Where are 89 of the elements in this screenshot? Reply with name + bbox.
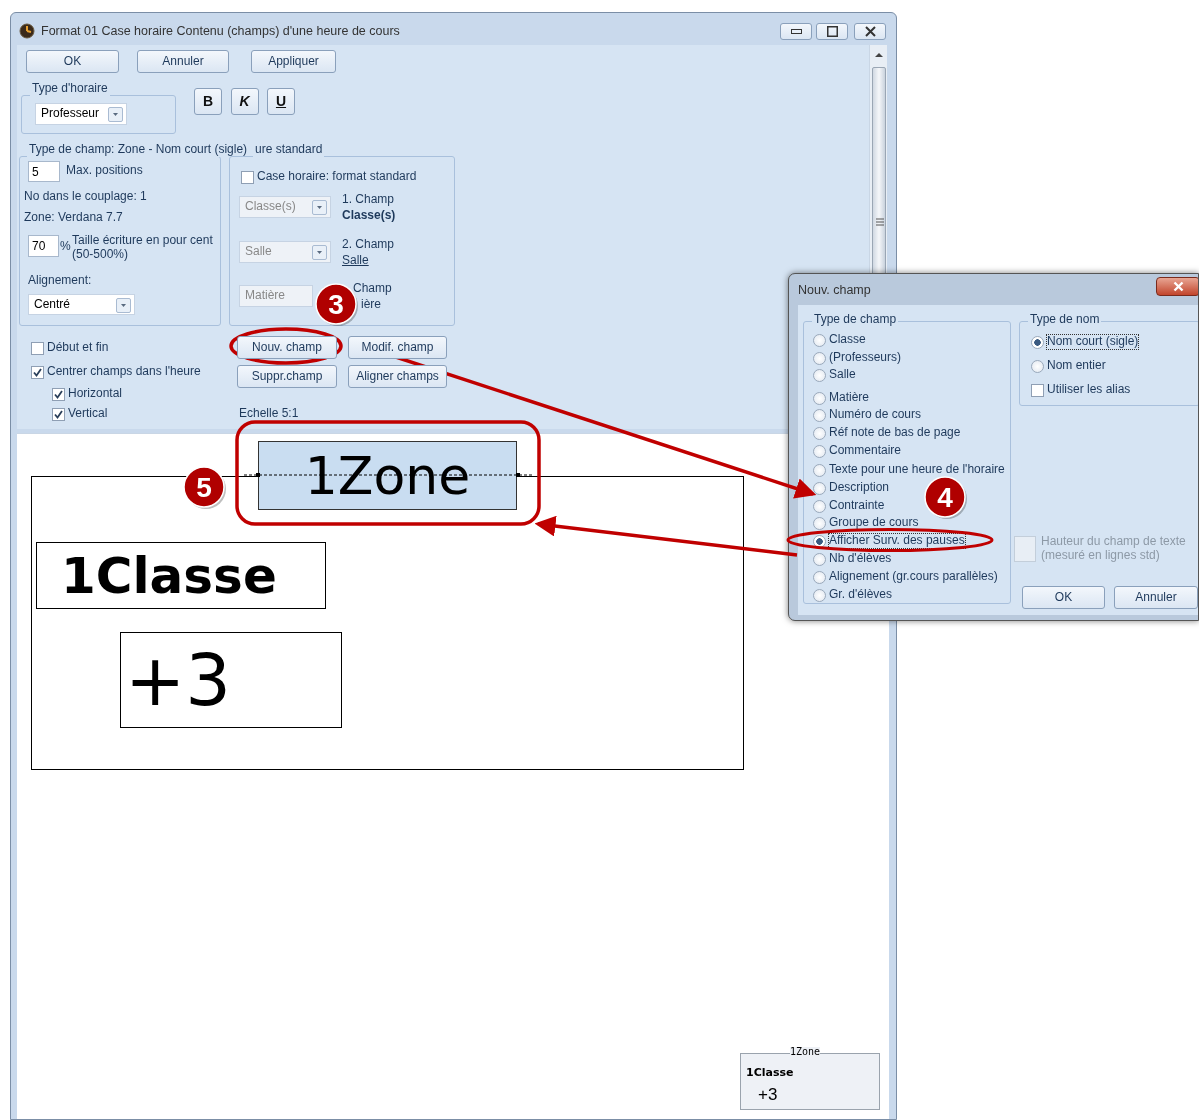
- canvas-field[interactable]: 1Classe: [36, 542, 326, 609]
- input-field[interactable]: 5: [28, 161, 60, 182]
- dialog-title: Nouv. champ: [798, 283, 871, 298]
- radio-label: Classe: [829, 333, 866, 347]
- close-icon: [1172, 281, 1184, 292]
- close-icon: [864, 26, 876, 37]
- info-text: Zone: Verdana 7.7: [24, 211, 123, 225]
- field-button[interactable]: Aligner champs: [348, 365, 447, 388]
- dropdown[interactable]: Centré: [28, 294, 135, 315]
- group-legend: Type d'horaire: [30, 82, 110, 96]
- group-legend: Type de champ: Zone - Nom court (sigle): [27, 143, 250, 157]
- window-control-button[interactable]: [816, 23, 848, 40]
- window-title: Format 01 Case horaire Contenu (champs) d'une heure de cours: [41, 24, 400, 39]
- field-button[interactable]: Modif. champ: [348, 336, 447, 359]
- format-button[interactable]: K: [230, 88, 259, 115]
- field-label: Alignement:: [28, 274, 92, 288]
- radio-label: Texte pour une heure de l'horaire: [829, 463, 1005, 477]
- dialog-button[interactable]: Appliquer: [251, 50, 336, 73]
- checkbox[interactable]: [31, 342, 44, 355]
- checkbox[interactable]: [52, 408, 65, 421]
- close-button[interactable]: [1156, 277, 1198, 296]
- field-name: Salle: [342, 254, 369, 268]
- checkbox[interactable]: [1031, 384, 1044, 397]
- checkbox-label: Case horaire: format standard: [257, 170, 417, 184]
- radio-label: Afficher Surv. des pauses: [829, 534, 965, 548]
- field-number: 2. Champ: [342, 238, 395, 252]
- preview-text: +3: [758, 1085, 778, 1105]
- canvas-field[interactable]: +3: [120, 632, 342, 728]
- field-name: Classe(s): [342, 209, 396, 223]
- callout-badge: 4: [924, 476, 967, 519]
- dialog-button[interactable]: Annuler: [1114, 586, 1198, 609]
- clock-icon: [19, 23, 35, 39]
- field-button[interactable]: Nouv. champ: [237, 336, 337, 359]
- radio-label: Contrainte: [829, 499, 885, 513]
- window-control-button[interactable]: [854, 23, 886, 40]
- input-field[interactable]: 70: [28, 235, 59, 257]
- radio-label: Alignement (gr.cours parallèles): [829, 570, 998, 584]
- checkbox[interactable]: [52, 388, 65, 401]
- checkbox[interactable]: [241, 171, 254, 184]
- radio-label: Nom court (sigle): [1047, 335, 1139, 349]
- checkmark-icon: [32, 367, 43, 378]
- checkbox-label: Centrer champs dans l'heure: [47, 365, 201, 379]
- checkmark-icon: [53, 409, 64, 420]
- checkmark-icon: [53, 389, 64, 400]
- maximize-icon: [826, 26, 838, 37]
- info-text: No dans le couplage: 1: [24, 190, 147, 204]
- field-label: Taille écriture en pour cent: [72, 234, 213, 248]
- group-legend: Type de champ: [812, 313, 899, 327]
- dialog-button[interactable]: OK: [26, 50, 119, 73]
- checkbox-label: Utiliser les alias: [1047, 383, 1131, 397]
- field-button[interactable]: Suppr.champ: [237, 365, 337, 388]
- field-label: (mesuré en lignes std): [1041, 549, 1160, 563]
- field-label: (50-500%): [72, 248, 129, 262]
- callout-badge: 5: [183, 466, 226, 509]
- field-label: Max. positions: [66, 164, 143, 178]
- dialog-button[interactable]: OK: [1022, 586, 1105, 609]
- checkbox-label: Début et fin: [47, 341, 109, 355]
- checkbox-label: Horizontal: [68, 387, 123, 401]
- field-name: ière: [361, 298, 381, 312]
- radio-label: Salle: [829, 368, 856, 382]
- canvas-field[interactable]: 1Zone: [258, 441, 517, 510]
- window-control-button[interactable]: [780, 23, 812, 40]
- field-number: 1. Champ: [342, 193, 395, 207]
- radio-label: Nom entier: [1047, 359, 1106, 373]
- grip-icon: [876, 218, 884, 228]
- radio-label: Gr. d'élèves: [829, 588, 892, 602]
- radio-label: Réf note de bas de page: [829, 426, 961, 440]
- radio-label: Numéro de cours: [829, 408, 922, 422]
- dialog-button[interactable]: Annuler: [137, 50, 229, 73]
- radio-label: Commentaire: [829, 444, 902, 458]
- unit-label: %: [60, 240, 71, 254]
- minimize-icon: [790, 26, 802, 37]
- radio-label: Groupe de cours: [829, 516, 919, 530]
- checkbox-label: Vertical: [68, 407, 108, 421]
- group-legend: Type de nom: [1028, 313, 1102, 327]
- scale-label: Echelle 5:1: [239, 407, 299, 421]
- format-button[interactable]: B: [194, 88, 222, 115]
- checkbox[interactable]: [31, 366, 44, 379]
- field-label: Hauteur du champ de texte: [1041, 535, 1186, 549]
- group-legend: ure standard: [253, 143, 325, 157]
- format-button[interactable]: U: [267, 88, 295, 115]
- dropdown[interactable]: Professeur: [35, 103, 127, 125]
- radio-label: Description: [829, 481, 890, 495]
- field-number: Champ: [353, 282, 392, 296]
- preview-text: 1Classe: [746, 1067, 794, 1080]
- radio-label: (Professeurs): [829, 351, 902, 365]
- radio-label: Matière: [829, 391, 869, 405]
- radio-label: Nb d'élèves: [829, 552, 892, 566]
- preview-title: 1Zone: [790, 1047, 821, 1057]
